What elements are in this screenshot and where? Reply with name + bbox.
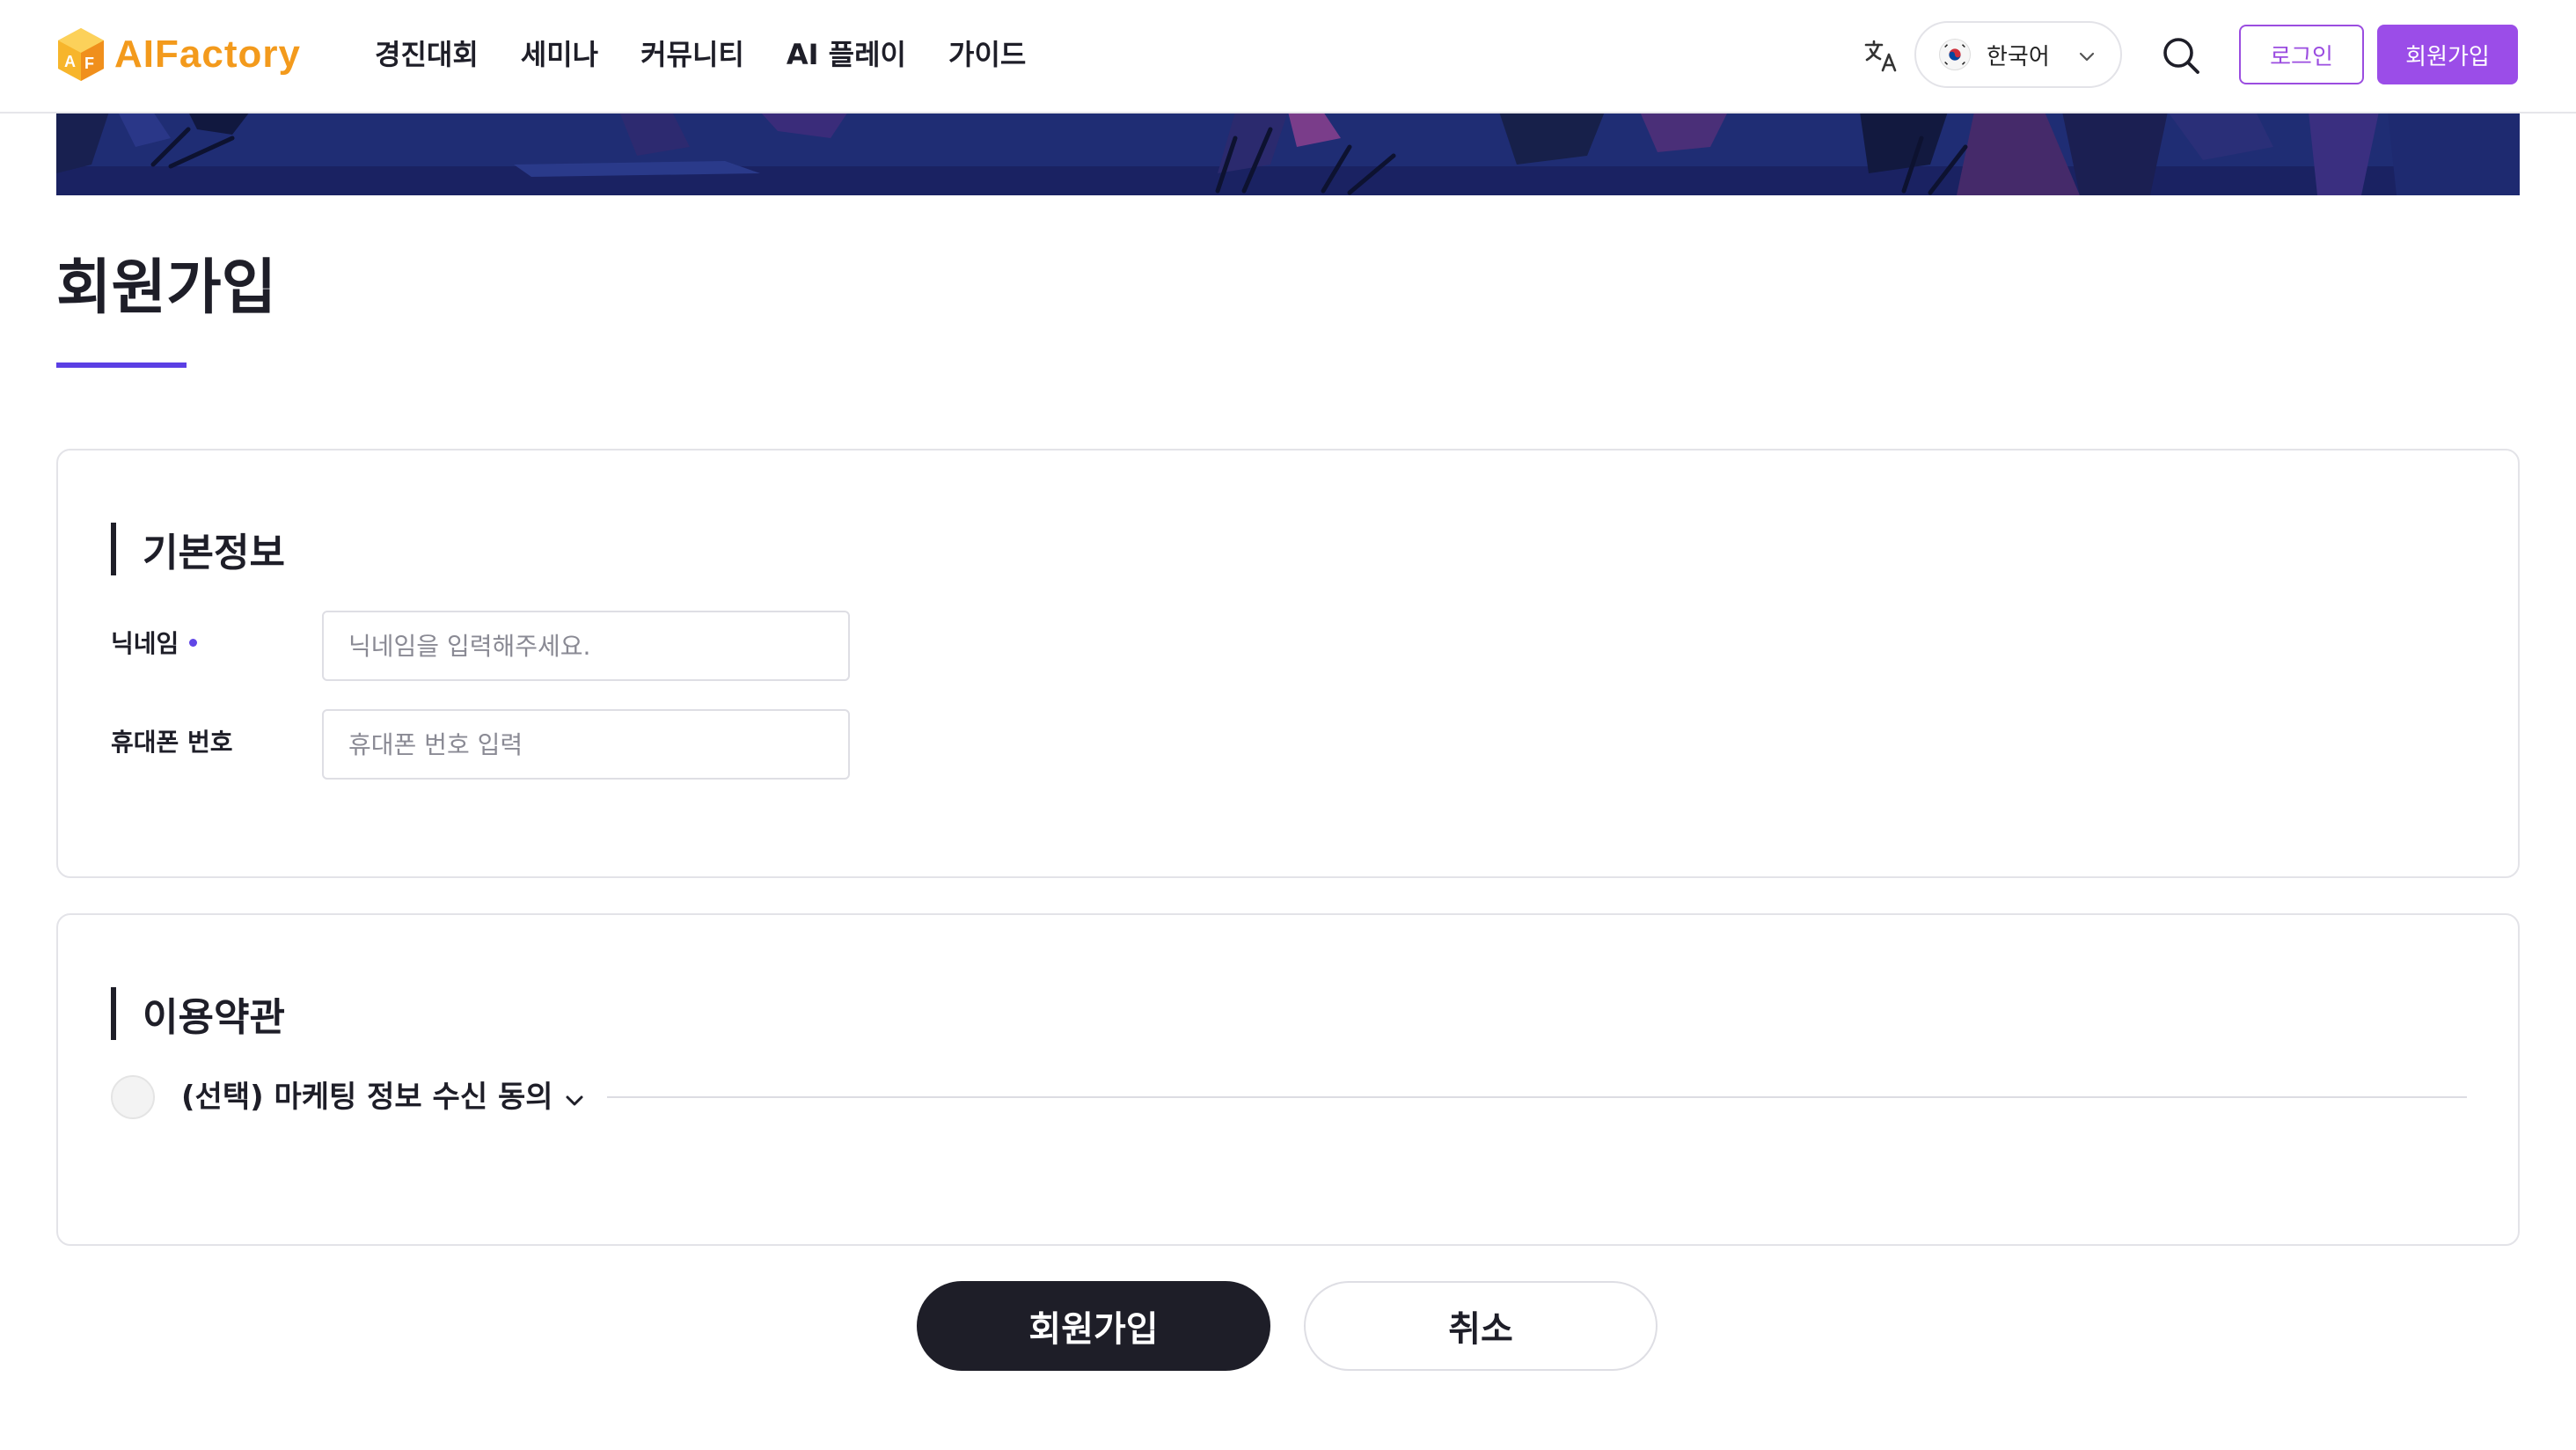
hero-banner-image [56,112,2520,195]
marketing-agree-checkbox[interactable] [111,1075,155,1119]
nav-item-guide[interactable]: 가이드 [948,33,1026,76]
language-select[interactable]: 한국어 [1914,21,2122,88]
basic-info-card: 기본정보 닉네임 휴대폰 번호 [56,449,2520,878]
nickname-label: 닉네임 [111,629,179,658]
phone-input[interactable] [322,709,850,780]
phone-label-wrap: 휴대폰 번호 [111,723,233,758]
cancel-button[interactable]: 취소 [1304,1281,1658,1371]
nav-item-competitions[interactable]: 경진대회 [375,33,479,76]
basic-info-header: 기본정보 [111,521,285,577]
page-title: 회원가입 [56,253,277,323]
banner-illustration [56,112,2520,195]
terms-header: 이용약관 [111,985,285,1042]
svg-text:A: A [64,53,76,70]
nav-item-ai-play[interactable]: AI 플레이 [787,33,906,76]
required-dot-icon [189,638,198,647]
logo-text: AIFactory [114,33,301,76]
search-icon[interactable] [2161,35,2201,76]
login-button[interactable]: 로그인 [2239,25,2364,84]
nav-item-seminar[interactable]: 세미나 [521,33,598,76]
nav-item-community[interactable]: 커뮤니티 [640,33,744,76]
terms-title: 이용약관 [143,995,285,1040]
nickname-label-wrap: 닉네임 [111,625,198,660]
marketing-agree-label[interactable]: (선택) 마케팅 정보 수신 동의 [181,1077,553,1117]
section-accent-bar [111,987,116,1040]
section-accent-bar [111,523,116,575]
top-header: A F AIFactory 경진대회 세미나 커뮤니티 AI 플레이 가이드 한… [0,0,2576,114]
nickname-input[interactable] [322,611,850,681]
signup-header-button[interactable]: 회원가입 [2377,25,2518,84]
chevron-down-icon [2079,52,2095,62]
phone-label: 휴대폰 번호 [111,728,233,757]
main-nav: 경진대회 세미나 커뮤니티 AI 플레이 가이드 [375,33,1068,76]
translate-icon[interactable] [1863,37,1900,74]
basic-info-title: 기본정보 [143,531,285,575]
title-underline [56,362,187,368]
korea-flag-icon [1939,39,1971,70]
chevron-down-icon[interactable] [561,1088,588,1114]
terms-card: 이용약관 (선택) 마케팅 정보 수신 동의 [56,913,2520,1246]
svg-text:F: F [84,55,94,72]
language-label: 한국어 [1987,43,2050,70]
logo-cube-icon: A F [58,28,104,81]
logo[interactable]: A F AIFactory [56,25,301,84]
terms-divider [607,1096,2467,1098]
signup-submit-button[interactable]: 회원가입 [917,1281,1270,1371]
